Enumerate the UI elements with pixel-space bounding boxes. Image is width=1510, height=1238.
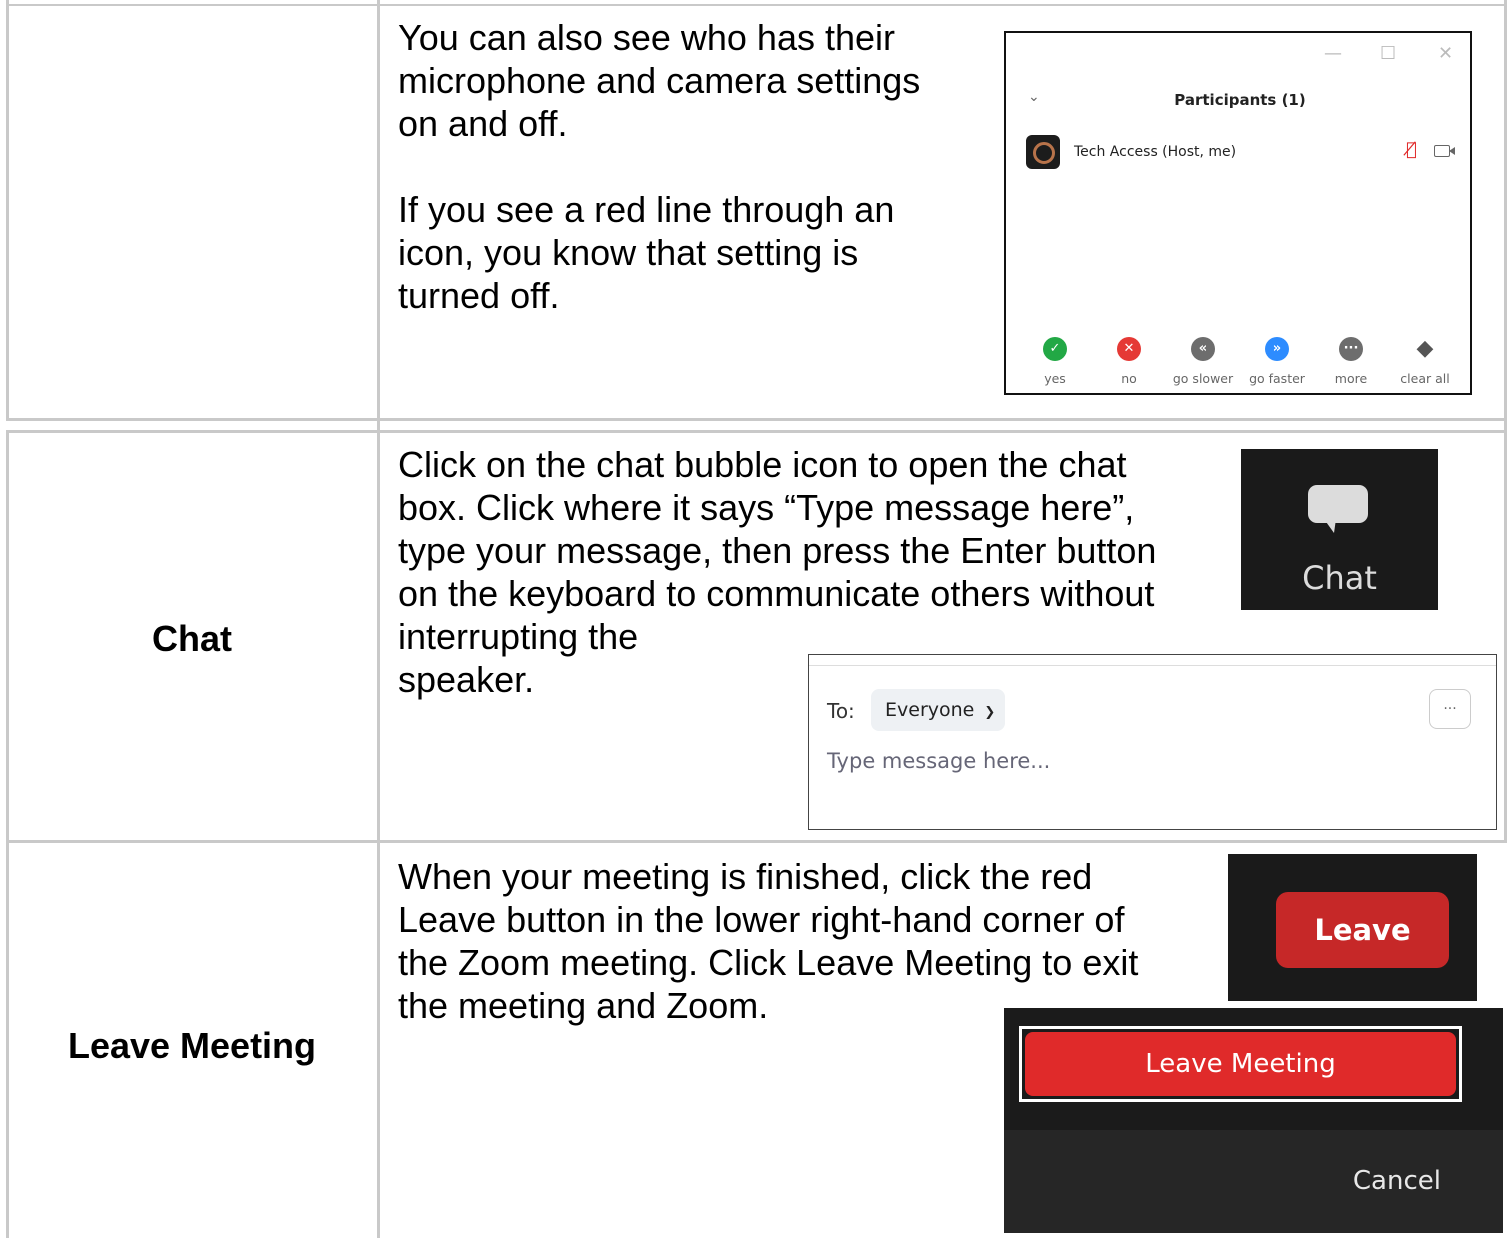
check-icon: ✓ (1043, 337, 1067, 361)
table-border (6, 418, 1507, 421)
reaction-label: go faster (1249, 371, 1305, 386)
row-heading-chat: Chat (152, 618, 232, 659)
leave-button-screenshot: Leave (1228, 854, 1477, 1001)
reaction-label: clear all (1400, 371, 1450, 386)
close-icon[interactable]: ✕ (1438, 43, 1453, 64)
leave-button[interactable]: Leave (1276, 892, 1449, 968)
table-border (6, 840, 1507, 843)
reaction-yes[interactable]: ✓ yes (1020, 337, 1090, 386)
participants-description: You can also see who has their microphon… (398, 17, 921, 144)
more-options-button[interactable]: ··· (1429, 689, 1471, 729)
rewind-icon: « (1191, 337, 1215, 361)
message-input[interactable]: Type message here... (827, 749, 1050, 773)
reaction-label: more (1334, 371, 1368, 386)
to-label: To: (827, 699, 855, 723)
reaction-label: no (1121, 371, 1137, 386)
reaction-label: yes (1044, 371, 1066, 386)
reaction-go-faster[interactable]: » go faster (1242, 337, 1312, 386)
recipient-select[interactable]: Everyone ❯ (871, 689, 1005, 731)
eraser-icon: ◆ (1416, 336, 1434, 361)
leave-description: When your meeting is finished, click the… (398, 856, 1139, 1026)
avatar (1026, 135, 1060, 169)
table-border (6, 430, 9, 1238)
table-border (6, 430, 1507, 433)
chat-button-label: Chat (1302, 559, 1377, 597)
participant-name: Tech Access (Host, me) (1074, 144, 1237, 160)
camera-icon[interactable] (1434, 145, 1455, 157)
chat-bubble-icon (1308, 485, 1368, 523)
fast-forward-icon: » (1265, 337, 1289, 361)
microphone-muted-icon[interactable]: 🎙̸ (1406, 139, 1417, 160)
table-border (6, 4, 1507, 6)
chat-button[interactable]: Chat (1241, 449, 1438, 610)
leave-meeting-dialog: Leave Meeting Cancel (1004, 1008, 1503, 1233)
ellipsis-icon: ··· (1339, 337, 1363, 361)
reaction-no[interactable]: ✕ no (1094, 337, 1164, 386)
cancel-button[interactable]: Cancel (1353, 1166, 1441, 1196)
x-icon: ✕ (1117, 337, 1141, 361)
reaction-label: go slower (1172, 371, 1234, 386)
reaction-more[interactable]: ··· more (1316, 337, 1386, 386)
reaction-clear-all[interactable]: ◆ clear all (1390, 336, 1460, 387)
participants-window: — ☐ ✕ ⌄ Participants (1) Tech Access (Ho… (1004, 31, 1472, 395)
maximize-icon[interactable]: ☐ (1380, 43, 1396, 64)
leave-meeting-button[interactable]: Leave Meeting (1025, 1032, 1456, 1096)
participants-red-line-note: If you see a red line through an icon, y… (398, 189, 895, 316)
participants-title: Participants (1) (1174, 91, 1306, 109)
chevron-down-icon: ❯ (984, 705, 996, 720)
table-border (6, 0, 9, 420)
reaction-go-slower[interactable]: « go slower (1168, 337, 1238, 386)
minimize-icon[interactable]: — (1324, 43, 1342, 64)
row-heading-leave-meeting: Leave Meeting (67, 1025, 317, 1066)
recipient-value: Everyone (885, 699, 975, 721)
chat-input-panel: To: Everyone ❯ ··· Type message here... (808, 654, 1497, 830)
